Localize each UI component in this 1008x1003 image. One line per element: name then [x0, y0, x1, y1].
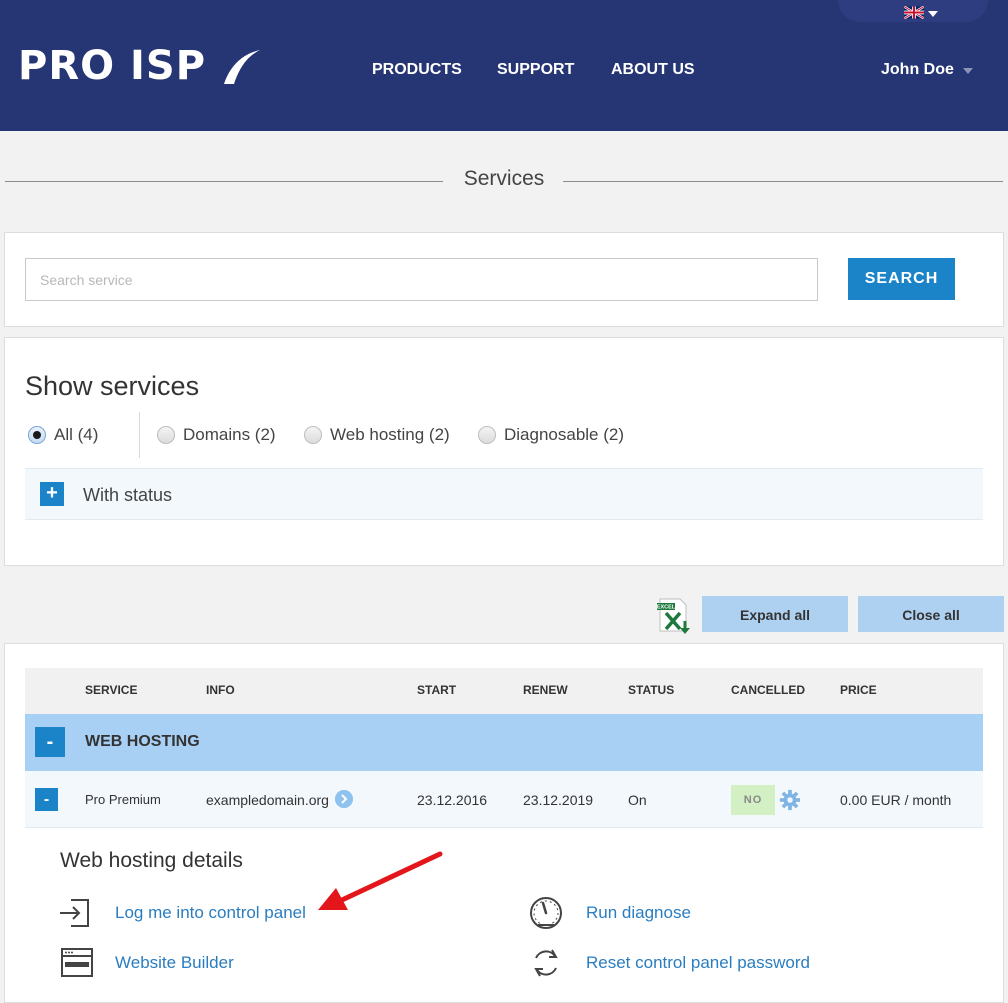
col-service[interactable]: SERVICE	[85, 683, 137, 697]
gear-icon[interactable]	[779, 789, 801, 811]
cancelled-badge: NO	[731, 785, 775, 815]
collapse-row-button[interactable]: -	[35, 788, 58, 811]
col-info[interactable]: INFO	[206, 683, 235, 697]
radio-icon[interactable]	[157, 426, 175, 444]
login-control-panel-link[interactable]: Log me into control panel	[115, 903, 306, 923]
top-header: PRO ISP PRODUCTS SUPPORT ABOUT US John D…	[0, 0, 1008, 131]
user-menu[interactable]: John Doe	[881, 60, 954, 80]
close-all-button[interactable]: Close all	[858, 596, 1004, 632]
chevron-right-icon[interactable]	[335, 790, 353, 808]
service-price: 0.00 EUR / month	[840, 792, 952, 808]
language-chevron-down-icon[interactable]	[928, 11, 938, 17]
run-diagnose-link[interactable]: Run diagnose	[586, 903, 691, 923]
col-renew[interactable]: RENEW	[523, 683, 568, 697]
col-price[interactable]: PRICE	[840, 683, 877, 697]
refresh-icon[interactable]	[530, 946, 562, 980]
filter-divider	[139, 412, 140, 458]
filter-title: Show services	[25, 371, 200, 401]
filter-web-hosting-radio[interactable]: Web hosting (2)	[304, 424, 450, 446]
service-name: Pro Premium	[85, 792, 161, 807]
search-button[interactable]: SEARCH	[848, 258, 955, 300]
service-info: exampledomain.org	[206, 792, 329, 808]
collapse-group-button[interactable]: -	[35, 727, 65, 757]
filter-domains-label: Domains (2)	[183, 425, 276, 444]
details-title: Web hosting details	[60, 849, 243, 872]
speedometer-icon[interactable]	[528, 895, 564, 931]
col-start[interactable]: START	[417, 683, 456, 697]
logo-swoosh-icon	[224, 50, 260, 84]
website-builder-icon[interactable]	[60, 946, 94, 980]
service-renew-date: 23.12.2019	[523, 792, 594, 808]
radio-checked-icon[interactable]	[28, 426, 46, 444]
uk-flag-icon[interactable]	[904, 6, 924, 19]
filter-diagnosable-label: Diagnosable (2)	[504, 425, 625, 444]
radio-icon[interactable]	[478, 426, 496, 444]
filter-diagnosable-radio[interactable]: Diagnosable (2)	[478, 424, 624, 446]
service-start-date: 23.12.2016	[417, 792, 488, 808]
status-filter-label[interactable]: With status	[83, 484, 172, 506]
service-status: On	[628, 792, 647, 808]
filter-web-hosting-label: Web hosting (2)	[330, 425, 450, 444]
excel-export-icon[interactable]: EXCEL	[656, 597, 694, 635]
logo[interactable]: PRO ISP	[18, 42, 206, 90]
expand-status-button[interactable]: +	[40, 482, 64, 506]
group-label: WEB HOSTING	[85, 733, 200, 750]
search-input[interactable]	[25, 258, 818, 301]
page-title: Services	[463, 167, 545, 190]
filter-all-radio[interactable]: All (4)	[28, 424, 98, 446]
svg-text:EXCEL: EXCEL	[657, 605, 676, 611]
radio-icon[interactable]	[304, 426, 322, 444]
reset-password-link[interactable]: Reset control panel password	[586, 953, 810, 973]
annotation-arrow-icon	[318, 851, 443, 910]
filter-all-label: All (4)	[54, 425, 99, 444]
col-cancelled[interactable]: CANCELLED	[731, 683, 805, 697]
expand-all-button[interactable]: Expand all	[702, 596, 848, 632]
filter-domains-radio[interactable]: Domains (2)	[157, 424, 276, 446]
website-builder-link[interactable]: Website Builder	[115, 953, 234, 973]
nav-support[interactable]: SUPPORT	[497, 60, 574, 80]
col-status[interactable]: STATUS	[628, 683, 674, 697]
nav-products[interactable]: PRODUCTS	[372, 60, 462, 80]
nav-about-us[interactable]: ABOUT US	[611, 60, 695, 80]
login-icon[interactable]	[58, 896, 92, 930]
user-chevron-down-icon[interactable]	[963, 68, 973, 74]
